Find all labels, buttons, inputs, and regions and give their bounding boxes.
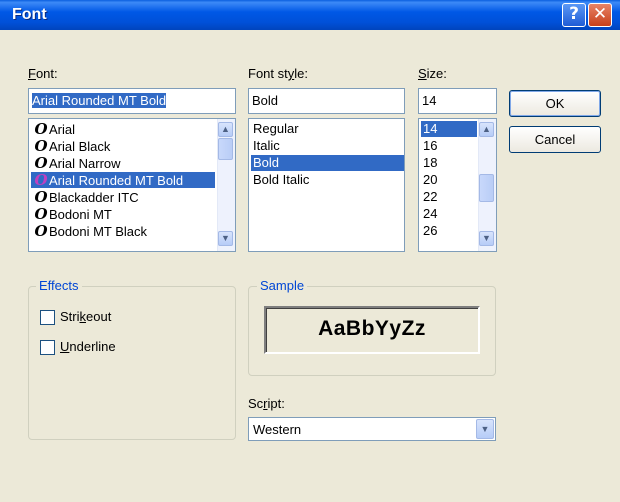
font-list-item[interactable]: OArial Black: [31, 138, 215, 154]
font-label: Font:: [28, 66, 58, 81]
font-scroll-up-button[interactable]: ▲: [218, 122, 233, 137]
style-list-item-label: Bold Italic: [253, 172, 310, 187]
font-list-item-label: Arial Black: [49, 139, 111, 154]
font-input-value: Arial Rounded MT Bold: [32, 93, 167, 108]
font-list-item[interactable]: OArial Narrow: [31, 155, 215, 171]
size-list-item[interactable]: 24: [421, 206, 477, 222]
title-bar[interactable]: [0, 0, 620, 30]
size-list-item-label: 18: [423, 155, 438, 170]
sample-preview: AaBbYyZz: [264, 306, 480, 354]
style-list-item[interactable]: Bold: [251, 155, 404, 171]
size-list-item[interactable]: 14: [421, 121, 477, 137]
size-label: Size:: [418, 66, 447, 81]
size-list-item[interactable]: 26: [421, 223, 477, 239]
script-select-value: Western: [253, 422, 302, 437]
size-list-item[interactable]: 18: [421, 155, 477, 171]
font-list-item-label: Arial: [49, 122, 76, 137]
opentype-font-icon: O: [34, 172, 48, 188]
font-scroll-down-button[interactable]: ▼: [218, 231, 233, 246]
underline-label[interactable]: Underline: [60, 339, 116, 354]
style-list-item-label: Regular: [253, 121, 299, 136]
size-list-item-label: 26: [423, 223, 438, 238]
size-list-item-label: 16: [423, 138, 438, 153]
opentype-font-icon: O: [34, 121, 48, 137]
style-list-item[interactable]: Bold Italic: [251, 172, 404, 188]
opentype-font-icon: O: [34, 138, 48, 154]
size-input[interactable]: 14: [418, 88, 497, 114]
ok-button[interactable]: OK: [509, 90, 601, 117]
font-list-item-label: Bodoni MT: [49, 207, 112, 222]
size-list-item-label: 22: [423, 189, 438, 204]
font-style-label: Font style:: [248, 66, 308, 81]
cancel-button[interactable]: Cancel: [509, 126, 601, 153]
size-scroll-up-button[interactable]: ▲: [479, 122, 494, 137]
font-style-listbox[interactable]: Regular Italic Bold Bold Italic: [248, 118, 405, 252]
font-list-item-label: Blackadder ITC: [49, 190, 139, 205]
effects-group-title: Effects: [36, 278, 82, 293]
size-listbox[interactable]: 14 16 18 20 22 24 26 ▲ ▼: [418, 118, 497, 252]
size-list-item[interactable]: 20: [421, 172, 477, 188]
font-scroll-thumb[interactable]: [218, 138, 233, 160]
style-list-item-label: Bold: [253, 155, 280, 170]
font-listbox[interactable]: OArial OArial Black OArial Narrow OArial Ro…: [28, 118, 236, 252]
help-button[interactable]: ?: [562, 3, 586, 27]
script-label: Script:: [248, 396, 285, 411]
close-button[interactable]: ✕: [588, 3, 612, 27]
font-list-item[interactable]: OBodoni MT Black: [31, 223, 215, 239]
size-list-item-label: 24: [423, 206, 438, 221]
size-list-item[interactable]: 16: [421, 138, 477, 154]
opentype-font-icon: O: [34, 206, 48, 222]
font-list-item-label: Arial Rounded MT Bold: [49, 173, 184, 188]
window-title: Font: [12, 6, 47, 23]
strikeout-label[interactable]: Strikeout: [60, 309, 111, 324]
font-list-item-label: Bodoni MT Black: [49, 224, 148, 239]
size-list-item[interactable]: 22: [421, 189, 477, 205]
opentype-font-icon: O: [34, 223, 48, 239]
size-list-item-label: 20: [423, 172, 438, 187]
size-list-item-label: 14: [423, 121, 438, 136]
size-scroll-down-button[interactable]: ▼: [479, 231, 494, 246]
font-list-item[interactable]: OArial Rounded MT Bold: [31, 172, 215, 188]
opentype-font-icon: O: [34, 155, 48, 171]
style-list-item-label: Italic: [253, 138, 280, 153]
font-list-item-label: Arial Narrow: [49, 156, 121, 171]
opentype-font-icon: O: [34, 189, 48, 205]
script-dropdown-button[interactable]: ▼: [476, 419, 494, 439]
font-style-input[interactable]: Bold: [248, 88, 405, 114]
font-input[interactable]: Arial Rounded MT Bold: [28, 88, 236, 114]
font-list-item[interactable]: OBlackadder ITC: [31, 189, 215, 205]
font-list-item[interactable]: OBodoni MT: [31, 206, 215, 222]
style-list-item[interactable]: Italic: [251, 138, 404, 154]
sample-group-title: Sample: [257, 278, 308, 293]
style-list-item[interactable]: Regular: [251, 121, 404, 137]
underline-checkbox[interactable]: [40, 340, 55, 355]
size-scroll-thumb[interactable]: [479, 174, 494, 202]
script-select[interactable]: Western ▼: [248, 417, 496, 441]
font-list-item[interactable]: OArial: [31, 121, 215, 137]
strikeout-checkbox[interactable]: [40, 310, 55, 325]
